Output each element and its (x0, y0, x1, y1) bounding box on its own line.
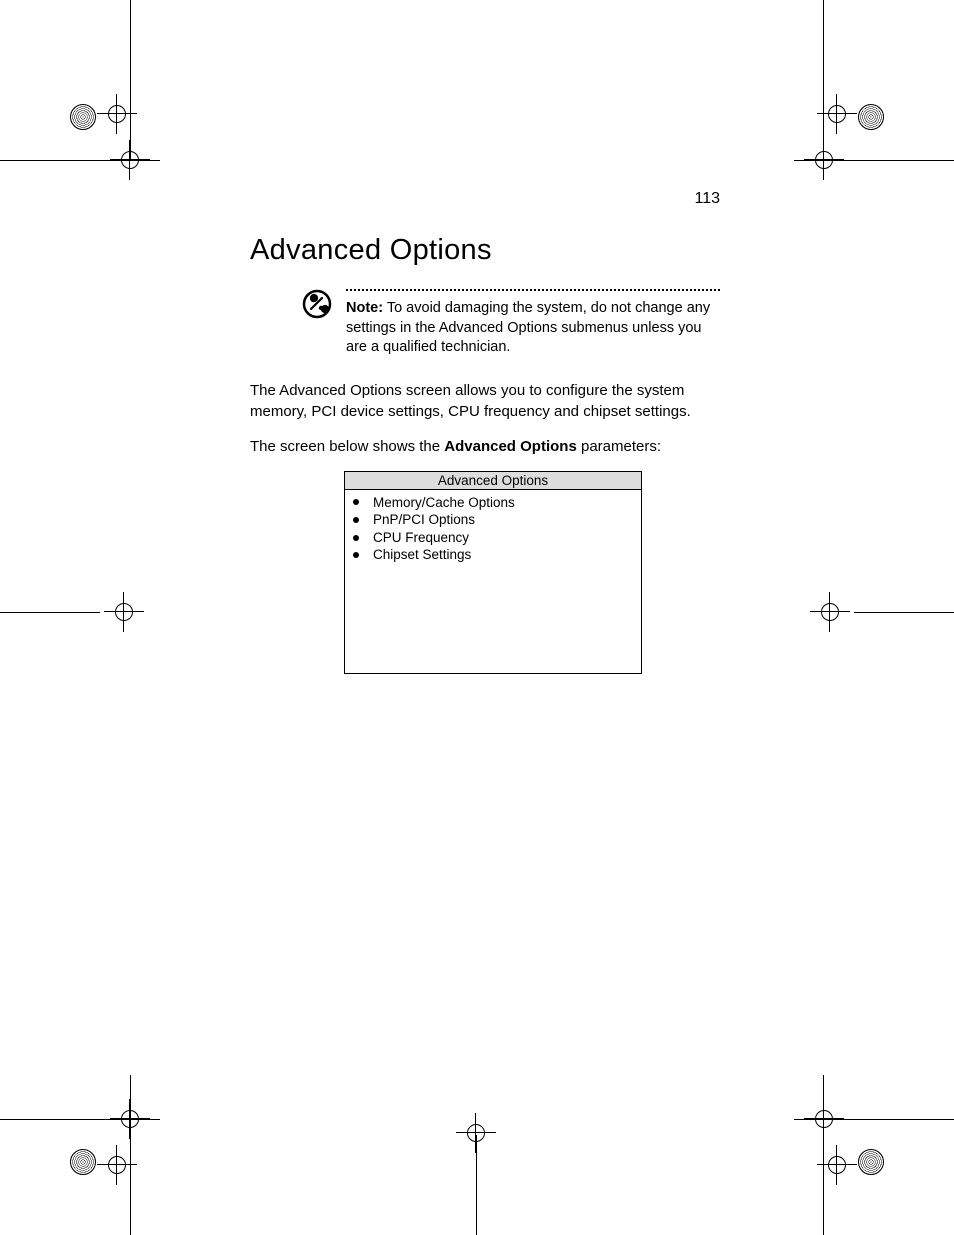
p2-post: parameters: (577, 438, 661, 455)
intro-paragraph: The Advanced Options screen allows you t… (250, 380, 720, 422)
note-label: Note: (346, 300, 383, 316)
list-item: CPU Frequency (353, 529, 633, 547)
p2-bold: Advanced Options (444, 438, 577, 455)
list-item: Memory/Cache Options (353, 494, 633, 512)
screenshot-intro: The screen below shows the Advanced Opti… (250, 436, 720, 457)
bullet-icon (353, 499, 359, 505)
list-item: Chipset Settings (353, 546, 633, 564)
note-body-text: To avoid damaging the system, do not cha… (346, 300, 710, 355)
bios-screenshot: Advanced Options Memory/Cache Options Pn… (344, 471, 642, 674)
option-label: CPU Frequency (373, 529, 469, 547)
dotted-rule (346, 289, 720, 291)
list-item: PnP/PCI Options (353, 511, 633, 529)
option-label: PnP/PCI Options (373, 511, 475, 529)
page-heading: Advanced Options (250, 234, 720, 267)
bullet-icon (353, 552, 359, 558)
screenshot-options-list: Memory/Cache Options PnP/PCI Options CPU… (345, 490, 641, 568)
option-label: Memory/Cache Options (373, 494, 515, 512)
bullet-icon (353, 517, 359, 523)
page-content: 113 Advanced Options Note: To avoid dama… (250, 190, 720, 674)
screenshot-title: Advanced Options (345, 472, 641, 490)
note-icon (302, 289, 332, 319)
p2-pre: The screen below shows the (250, 438, 444, 455)
page-number: 113 (694, 190, 720, 208)
note-text: Note: To avoid damaging the system, do n… (346, 299, 720, 358)
option-label: Chipset Settings (373, 546, 471, 564)
note-block: Note: To avoid damaging the system, do n… (302, 289, 720, 358)
bullet-icon (353, 535, 359, 541)
